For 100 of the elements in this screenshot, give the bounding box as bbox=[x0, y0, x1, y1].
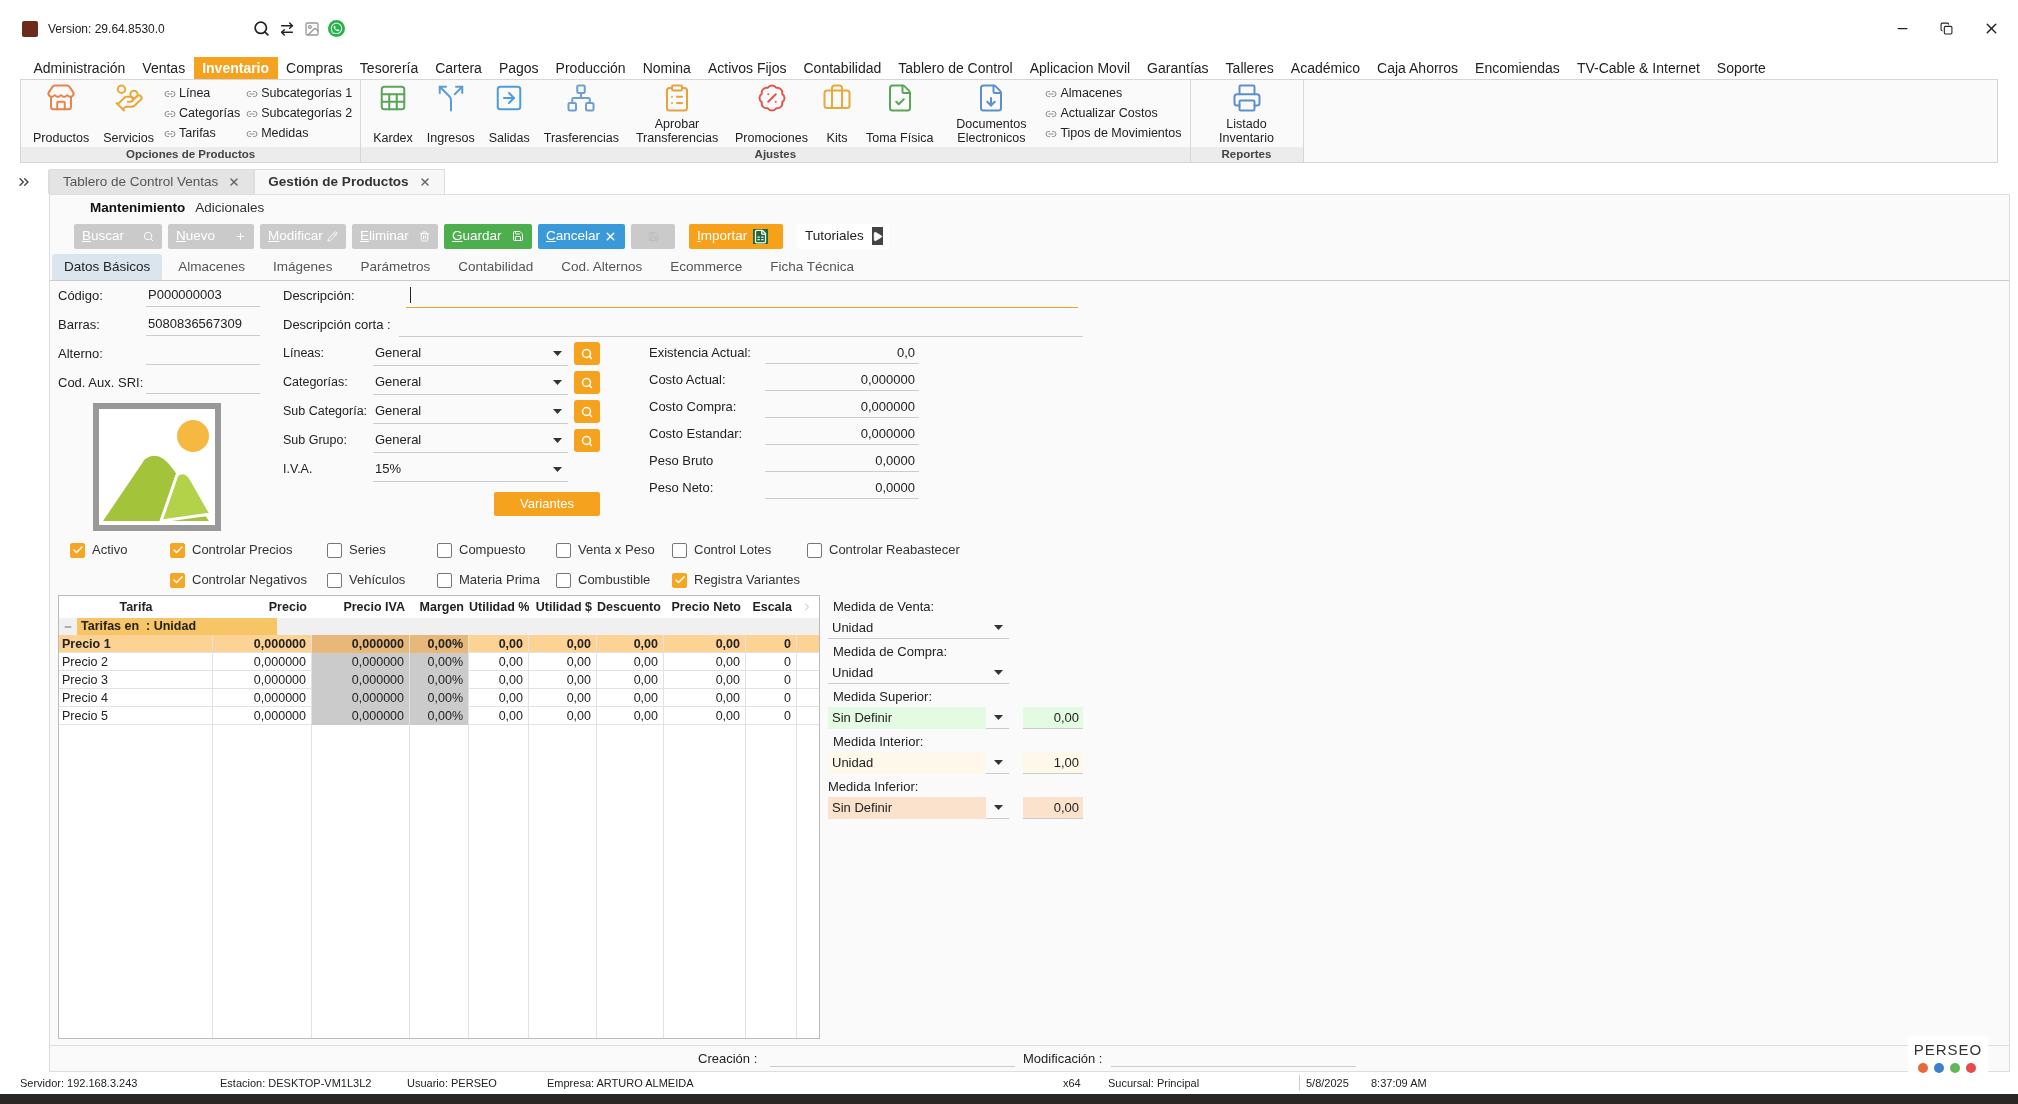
menu-item[interactable]: Producción bbox=[547, 57, 635, 79]
dropdown[interactable]: Unidad bbox=[828, 617, 1009, 639]
column-header[interactable]: Descuento bbox=[597, 597, 664, 617]
content-tab[interactable]: Cod. Alternos bbox=[549, 254, 655, 280]
content-tab[interactable]: Ficha Técnica bbox=[758, 254, 867, 280]
table-row[interactable]: Precio 2 0,000000 0,000000 0,00% 0,00 0,00 0,00 0,00 0 bbox=[59, 653, 819, 671]
checkbox[interactable] bbox=[170, 572, 185, 588]
lookup-button[interactable] bbox=[574, 342, 600, 365]
dropdown[interactable]: Unidad bbox=[828, 662, 1009, 684]
checkbox[interactable] bbox=[672, 572, 687, 588]
column-header[interactable]: Utilidad % bbox=[469, 597, 529, 617]
checkbox[interactable] bbox=[327, 572, 342, 588]
ribbon-button[interactable]: Kardex bbox=[369, 81, 417, 145]
number-field[interactable]: 0,00 bbox=[1023, 797, 1083, 819]
dropdown[interactable]: General bbox=[373, 399, 568, 424]
checkbox[interactable] bbox=[437, 572, 452, 588]
ribbon-button[interactable]: Listado Inventario bbox=[1198, 81, 1295, 145]
number-field[interactable]: 0,0 bbox=[765, 341, 919, 364]
menu-item[interactable]: Talleres bbox=[1217, 57, 1283, 79]
restore-icon[interactable] bbox=[1940, 22, 1953, 35]
column-header[interactable]: Margen bbox=[410, 597, 469, 617]
column-header[interactable]: Precio bbox=[213, 597, 312, 617]
column-header[interactable]: Escala bbox=[746, 597, 797, 617]
number-field[interactable]: 0,000000 bbox=[765, 368, 919, 391]
menu-item[interactable]: Cartera bbox=[426, 57, 491, 79]
ribbon-link[interactable]: Actualizar Costos bbox=[1045, 104, 1182, 123]
menu-item[interactable]: Garantías bbox=[1138, 57, 1218, 79]
checkbox[interactable] bbox=[437, 542, 452, 558]
content-tab[interactable]: Datos Básicos bbox=[52, 254, 163, 280]
menu-item[interactable]: Administración bbox=[25, 57, 134, 79]
ribbon-link[interactable]: Tarifas bbox=[164, 124, 241, 143]
checkbox[interactable] bbox=[70, 542, 85, 558]
table-row[interactable]: Precio 3 0,000000 0,000000 0,00% 0,00 0,00 0,00 0,00 0 bbox=[59, 671, 819, 689]
image-icon[interactable] bbox=[304, 20, 320, 37]
document-tab[interactable]: Tablero de Control Ventas bbox=[49, 169, 255, 194]
section-tab[interactable]: Adicionales bbox=[195, 197, 265, 219]
lookup-button[interactable] bbox=[574, 371, 600, 394]
ribbon-button[interactable]: Documentos Electronicos bbox=[943, 81, 1040, 145]
ribbon-button[interactable]: Toma Física bbox=[862, 81, 938, 145]
column-header[interactable]: Tarifa bbox=[59, 597, 213, 617]
search-icon[interactable] bbox=[253, 20, 270, 37]
column-header[interactable]: Precio Neto bbox=[664, 597, 746, 617]
content-tab[interactable]: Contabilidad bbox=[446, 254, 546, 280]
checkbox[interactable] bbox=[170, 542, 185, 558]
ribbon-link[interactable]: Categorías bbox=[164, 104, 241, 123]
number-field[interactable]: 0,000000 bbox=[765, 422, 919, 445]
menu-item[interactable]: Nomina bbox=[634, 57, 700, 79]
ribbon-link[interactable]: Almacenes bbox=[1045, 84, 1182, 103]
menu-item[interactable]: Soporte bbox=[1708, 57, 1775, 79]
dropdown[interactable]: Sin Definir bbox=[828, 707, 1009, 729]
menu-item[interactable]: Encomiendas bbox=[1466, 57, 1569, 79]
number-field[interactable]: 1,00 bbox=[1023, 752, 1083, 774]
menu-item[interactable]: Ventas bbox=[133, 57, 194, 79]
dropdown[interactable]: Unidad bbox=[828, 752, 1009, 774]
menu-item[interactable]: Caja Ahorros bbox=[1368, 57, 1467, 79]
ribbon-link[interactable]: Medidas bbox=[246, 124, 353, 143]
text-field[interactable]: 5080836567309 bbox=[146, 313, 260, 336]
ribbon-link[interactable]: Línea bbox=[164, 84, 241, 103]
checkbox[interactable] bbox=[556, 572, 571, 588]
document-tab[interactable]: Gestión de Productos bbox=[254, 169, 445, 194]
number-field[interactable]: 0,00 bbox=[1023, 707, 1083, 729]
ribbon-button[interactable]: Aprobar Transferencias bbox=[629, 81, 726, 145]
ribbon-button[interactable]: Ingresos bbox=[422, 81, 479, 145]
dropdown[interactable]: Sin Definir bbox=[828, 797, 1009, 819]
ribbon-button[interactable]: Promociones bbox=[731, 81, 812, 145]
dropdown[interactable]: General bbox=[373, 370, 568, 395]
section-tab[interactable]: Mantenimiento bbox=[90, 197, 186, 219]
dropdown[interactable]: 15% bbox=[373, 457, 568, 482]
menu-item[interactable]: Tesorería bbox=[351, 57, 427, 79]
chat-icon[interactable] bbox=[328, 20, 345, 37]
checkbox[interactable] bbox=[327, 542, 342, 558]
lookup-button[interactable] bbox=[574, 400, 600, 423]
ribbon-link[interactable]: Subcategorías 1 bbox=[246, 84, 353, 103]
text-field[interactable]: P000000003 bbox=[146, 284, 260, 307]
number-field[interactable]: 0,000000 bbox=[765, 395, 919, 418]
ribbon-button[interactable]: Kits bbox=[818, 81, 856, 145]
content-tab[interactable]: Parámetros bbox=[348, 254, 443, 280]
column-header[interactable]: Precio IVA bbox=[312, 597, 410, 617]
content-tab[interactable]: Almacenes bbox=[166, 254, 258, 280]
number-field[interactable]: 0,0000 bbox=[765, 449, 919, 472]
column-header[interactable]: Utilidad $ bbox=[529, 597, 597, 617]
ribbon-button[interactable]: Servicios bbox=[99, 81, 158, 145]
menu-item[interactable]: Contabilidad bbox=[795, 57, 890, 79]
checkbox[interactable] bbox=[556, 542, 571, 558]
menu-item[interactable]: Aplicacion Movil bbox=[1021, 57, 1139, 79]
lookup-button[interactable] bbox=[574, 429, 600, 452]
ribbon-link[interactable]: Tipos de Movimientos bbox=[1045, 124, 1182, 143]
tutorial-button[interactable]: Tutoriales bbox=[797, 223, 889, 249]
ribbon-button[interactable]: Trasferencias bbox=[539, 81, 624, 145]
checkbox[interactable] bbox=[807, 542, 822, 558]
dropdown[interactable]: General bbox=[373, 341, 568, 366]
content-tab[interactable]: Ecommerce bbox=[658, 254, 755, 280]
table-row[interactable]: Precio 5 0,000000 0,000000 0,00% 0,00 0,00 0,00 0,00 0 bbox=[59, 707, 819, 725]
content-tab[interactable]: Imágenes bbox=[261, 254, 345, 280]
ribbon-button[interactable]: Productos bbox=[29, 81, 94, 145]
table-row[interactable]: Precio 4 0,000000 0,000000 0,00% 0,00 0,00 0,00 0,00 0 bbox=[59, 689, 819, 707]
menu-item[interactable]: Tablero de Control bbox=[889, 57, 1022, 79]
menu-item[interactable]: Pagos bbox=[490, 57, 548, 79]
swap-icon[interactable] bbox=[279, 20, 295, 37]
ribbon-button[interactable]: Salidas bbox=[484, 81, 534, 145]
